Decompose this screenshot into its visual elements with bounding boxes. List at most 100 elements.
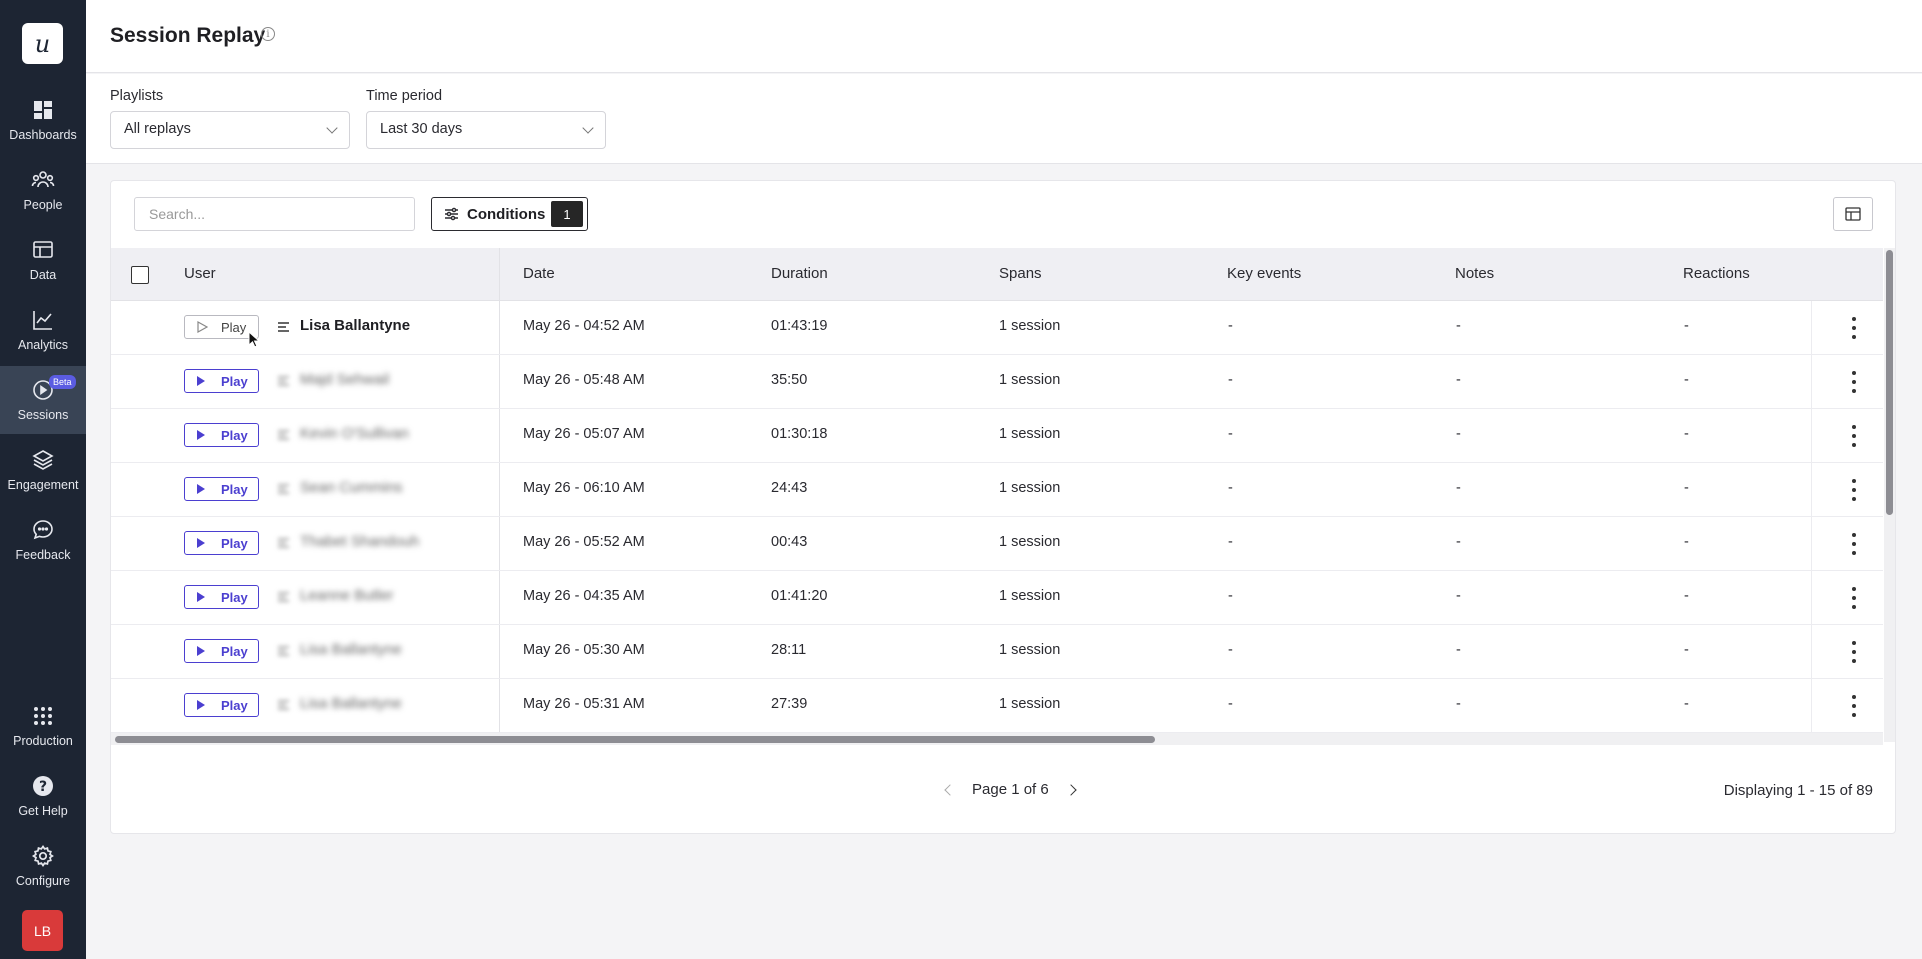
search-input[interactable] bbox=[134, 197, 415, 231]
page-header: Session Replay i bbox=[86, 0, 1922, 73]
conditions-button[interactable]: Conditions 1 bbox=[431, 197, 588, 231]
duration-cell: 27:39 bbox=[771, 696, 808, 712]
sidebar-item-label: Engagement bbox=[7, 478, 79, 492]
gear-icon bbox=[31, 844, 54, 868]
vertical-scrollbar-thumb[interactable] bbox=[1886, 250, 1893, 515]
sidebar-item-get-help[interactable]: ? Get Help bbox=[0, 762, 86, 830]
user-name[interactable]: Majd Sehwail bbox=[300, 371, 389, 388]
column-divider bbox=[1811, 409, 1812, 462]
chevron-down-icon bbox=[326, 122, 338, 134]
chat-bubble-icon bbox=[33, 520, 53, 540]
notes-cell: - bbox=[1456, 534, 1461, 550]
playlists-select[interactable]: All replays bbox=[110, 111, 350, 149]
sessions-table: User Date Duration Spans Key events Note… bbox=[111, 248, 1883, 733]
table-row[interactable]: Play Lisa Ballantyne May 26 - 05:30 AM 2… bbox=[111, 625, 1883, 679]
play-button[interactable]: Play bbox=[184, 639, 259, 663]
table-row[interactable]: Play Majd Sehwail May 26 - 05:48 AM 35:5… bbox=[111, 355, 1883, 409]
row-menu-button[interactable] bbox=[1851, 695, 1857, 717]
sidebar-item-configure[interactable]: Configure bbox=[0, 832, 86, 900]
sidebar-item-production[interactable]: Production bbox=[0, 692, 86, 760]
horizontal-scrollbar-thumb[interactable] bbox=[115, 736, 1155, 743]
play-button-label: Play bbox=[221, 319, 247, 335]
table-row[interactable]: Play Sean Cummins May 26 - 06:10 AM 24:4… bbox=[111, 463, 1883, 517]
column-header-spans[interactable]: Spans bbox=[999, 265, 1042, 282]
sidebar-item-sessions[interactable]: Beta Sessions bbox=[0, 366, 86, 434]
user-name[interactable]: Lisa Ballantyne bbox=[300, 695, 402, 712]
table-row[interactable]: Play Lisa Ballantyne May 26 - 05:31 AM 2… bbox=[111, 679, 1883, 733]
user-name[interactable]: Thabet Shandouh bbox=[300, 533, 419, 550]
select-all-checkbox[interactable] bbox=[131, 266, 149, 284]
sidebar-item-analytics[interactable]: Analytics bbox=[0, 296, 86, 364]
info-icon[interactable]: i bbox=[261, 27, 275, 41]
sidebar-item-label: Production bbox=[13, 734, 73, 748]
help-icon: ? bbox=[33, 776, 53, 796]
results-count: Displaying 1 - 15 of 89 bbox=[1723, 782, 1873, 799]
list-icon bbox=[278, 376, 289, 386]
key-events-cell: - bbox=[1228, 318, 1233, 334]
play-button-label: Play bbox=[221, 535, 248, 551]
sidebar-item-label: Sessions bbox=[17, 408, 69, 422]
chevron-right-icon[interactable] bbox=[1065, 783, 1077, 796]
row-menu-button[interactable] bbox=[1851, 587, 1857, 609]
user-name[interactable]: Lisa Ballantyne bbox=[300, 641, 402, 658]
playlists-select-value: All replays bbox=[124, 121, 191, 137]
play-button[interactable]: Play bbox=[184, 423, 259, 447]
user-name[interactable]: Lisa Ballantyne bbox=[300, 317, 410, 334]
sidebar-item-label: Get Help bbox=[18, 804, 68, 818]
chevron-left-icon[interactable] bbox=[944, 783, 956, 796]
user-name[interactable]: Kevin O'Sullivan bbox=[300, 425, 409, 442]
sidebar-item-dashboards[interactable]: Dashboards bbox=[0, 86, 86, 154]
mouse-cursor-icon bbox=[248, 331, 260, 348]
people-icon bbox=[31, 171, 55, 188]
sidebar-item-feedback[interactable]: Feedback bbox=[0, 506, 86, 574]
play-button[interactable]: Play bbox=[184, 693, 259, 717]
horizontal-scrollbar[interactable] bbox=[111, 733, 1883, 745]
sliders-icon bbox=[445, 207, 458, 221]
row-menu-button[interactable] bbox=[1851, 371, 1857, 393]
table-row[interactable]: Play Lisa Ballantyne May 26 - 04:52 AM 0… bbox=[111, 301, 1883, 355]
notes-cell: - bbox=[1456, 696, 1461, 712]
table-row[interactable]: Play Leanne Butler May 26 - 04:35 AM 01:… bbox=[111, 571, 1883, 625]
column-header-date[interactable]: Date bbox=[523, 265, 555, 282]
play-icon bbox=[197, 592, 205, 602]
column-settings-button[interactable] bbox=[1833, 197, 1873, 231]
row-menu-button[interactable] bbox=[1851, 479, 1857, 501]
play-icon bbox=[197, 538, 205, 548]
date-cell: May 26 - 05:07 AM bbox=[523, 426, 645, 442]
user-avatar[interactable]: LB bbox=[22, 910, 63, 951]
row-menu-button[interactable] bbox=[1851, 533, 1857, 555]
sidebar-item-engagement[interactable]: Engagement bbox=[0, 436, 86, 504]
column-divider bbox=[1811, 355, 1812, 408]
app-logo[interactable]: u bbox=[22, 23, 63, 64]
sidebar-item-label: Feedback bbox=[15, 548, 71, 562]
column-header-reactions[interactable]: Reactions bbox=[1683, 265, 1750, 282]
vertical-scrollbar[interactable] bbox=[1884, 248, 1895, 742]
time-period-select[interactable]: Last 30 days bbox=[366, 111, 606, 149]
column-divider bbox=[1811, 679, 1812, 732]
column-header-duration[interactable]: Duration bbox=[771, 265, 828, 282]
column-header-key-events[interactable]: Key events bbox=[1227, 265, 1301, 282]
user-name[interactable]: Leanne Butler bbox=[300, 587, 393, 604]
play-button[interactable]: Play bbox=[184, 585, 259, 609]
column-header-user[interactable]: User bbox=[184, 265, 216, 282]
column-divider bbox=[499, 248, 500, 300]
page-title: Session Replay bbox=[110, 24, 266, 47]
play-icon bbox=[197, 321, 208, 333]
play-button[interactable]: Play bbox=[184, 369, 259, 393]
sidebar-item-people[interactable]: People bbox=[0, 156, 86, 224]
user-name[interactable]: Sean Cummins bbox=[300, 479, 403, 496]
page-indicator: Page 1 of 6 bbox=[972, 781, 1049, 798]
row-menu-button[interactable] bbox=[1851, 425, 1857, 447]
row-menu-button[interactable] bbox=[1851, 641, 1857, 663]
play-button[interactable]: Play bbox=[184, 477, 259, 501]
date-cell: May 26 - 05:31 AM bbox=[523, 696, 645, 712]
row-menu-button[interactable] bbox=[1851, 317, 1857, 339]
column-header-notes[interactable]: Notes bbox=[1455, 265, 1494, 282]
sidebar-item-data[interactable]: Data bbox=[0, 226, 86, 294]
table-row[interactable]: Play Kevin O'Sullivan May 26 - 05:07 AM … bbox=[111, 409, 1883, 463]
sidebar-item-label: Analytics bbox=[17, 338, 69, 352]
column-divider bbox=[1811, 301, 1812, 354]
table-row[interactable]: Play Thabet Shandouh May 26 - 05:52 AM 0… bbox=[111, 517, 1883, 571]
play-button[interactable]: Play bbox=[184, 531, 259, 555]
play-button-label: Play bbox=[221, 427, 248, 443]
